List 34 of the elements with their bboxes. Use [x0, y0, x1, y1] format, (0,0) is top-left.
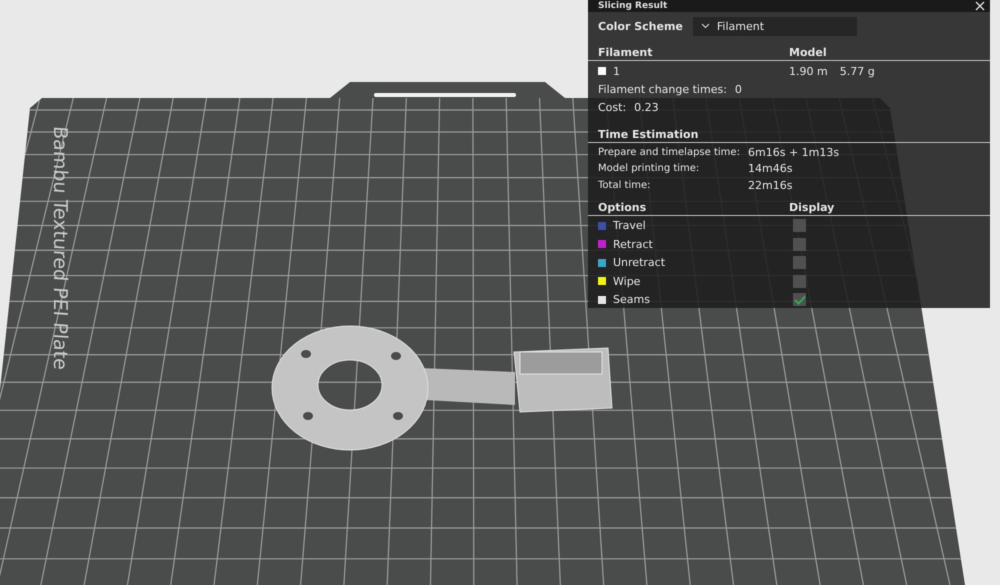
display-checkbox[interactable]	[793, 274, 806, 288]
close-icon[interactable]	[975, 1, 985, 11]
panel-title: Slicing Result	[598, 1, 668, 11]
display-checkbox[interactable]	[793, 219, 806, 232]
time-value: 22m16s	[748, 178, 792, 192]
plate-label: Bambu Textured PEI Plate	[49, 125, 71, 371]
display-checkbox[interactable]	[793, 238, 806, 251]
display-checkbox[interactable]	[793, 293, 806, 306]
option-label: Seams	[613, 293, 650, 306]
summary-value: 0	[734, 82, 742, 96]
time-label: Prepare and timelapse time:	[598, 146, 741, 158]
option-label: Unretract	[613, 256, 666, 270]
filament-length: 1.90 m	[789, 64, 828, 78]
summary-label: Cost:	[598, 100, 626, 114]
color-scheme-dropdown[interactable]: Filament	[692, 16, 857, 36]
filament-weight: 5.77 g	[840, 64, 875, 78]
display-checkbox[interactable]	[793, 256, 806, 270]
option-label: Retract	[613, 238, 653, 251]
option-label: Travel	[613, 219, 646, 232]
chevron-icon	[700, 23, 710, 29]
summary-label: Filament change times:	[598, 82, 727, 96]
time-label: Total time:	[598, 180, 652, 191]
time-label: Model printing time:	[598, 163, 700, 174]
color-scheme-label: Color Scheme	[598, 20, 683, 32]
time-value: 14m46s	[748, 162, 792, 176]
column-header: Model	[789, 46, 827, 59]
filament-number: 1	[613, 64, 620, 78]
column-header: Filament	[598, 46, 654, 59]
option-label: Wipe	[613, 274, 640, 288]
column-header: Options	[598, 200, 648, 214]
summary-value: 0.23	[634, 100, 659, 114]
section-title: Time Estimation	[598, 128, 698, 141]
time-value: 6m16s + 1m13s	[748, 146, 840, 159]
column-header: Display	[789, 200, 834, 214]
